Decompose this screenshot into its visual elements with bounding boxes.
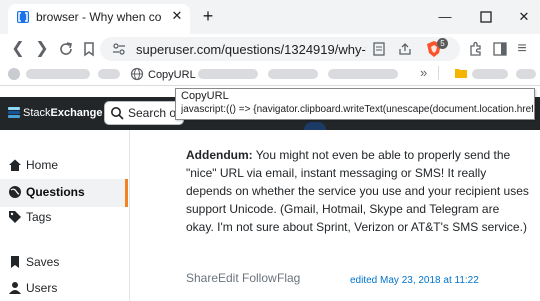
stackexchange-logo-icon[interactable] bbox=[8, 107, 20, 119]
sidebar-label-questions: Questions bbox=[26, 185, 85, 199]
user-avatar[interactable] bbox=[304, 122, 326, 130]
edit-link[interactable]: Edit bbox=[218, 271, 239, 285]
addendum-label: Addendum: bbox=[186, 148, 253, 162]
blurred-bookmark[interactable] bbox=[98, 69, 120, 79]
logo-stack: Stack bbox=[23, 107, 51, 119]
bookmark-icon bbox=[11, 256, 19, 268]
divider bbox=[438, 66, 439, 80]
url-text[interactable]: superuser.com/questions/1324919/why-whe.… bbox=[136, 42, 366, 58]
sidebar-toggle-icon[interactable] bbox=[492, 41, 508, 57]
users-icon bbox=[9, 282, 21, 294]
sidebar-label-saves: Saves bbox=[26, 255, 60, 269]
sidebar-label-tags: Tags bbox=[26, 210, 52, 224]
blurred-bookmark[interactable] bbox=[26, 69, 90, 79]
reader-mode-icon[interactable] bbox=[372, 42, 386, 56]
tab-close-icon[interactable]: ✕ bbox=[170, 9, 184, 23]
reload-button[interactable] bbox=[58, 41, 74, 57]
logo-exchange: Exchange bbox=[50, 107, 103, 119]
share-icon[interactable] bbox=[398, 42, 412, 56]
edited-timestamp-link[interactable]: edited May 23, 2018 at 11:22 bbox=[350, 275, 479, 287]
minimize-button[interactable]: — bbox=[436, 8, 454, 26]
blurred-bookmark[interactable] bbox=[328, 69, 398, 79]
back-button[interactable]: ❮ bbox=[8, 39, 28, 59]
extensions-icon[interactable] bbox=[468, 41, 484, 57]
forward-button[interactable]: ❯ bbox=[32, 39, 52, 59]
brave-badge: 5 bbox=[437, 38, 448, 49]
tab-favicon-icon bbox=[17, 11, 29, 23]
bookmark-page-icon[interactable] bbox=[82, 41, 96, 57]
stackexchange-logo[interactable]: StackExchange bbox=[23, 106, 102, 120]
search-icon bbox=[111, 107, 124, 120]
sidebar-label-users: Users bbox=[26, 281, 58, 295]
follow-link[interactable]: Follow bbox=[242, 271, 277, 285]
site-info-icon[interactable] bbox=[112, 42, 126, 56]
blurred-bookmark[interactable] bbox=[198, 69, 258, 79]
globe-icon bbox=[130, 67, 144, 81]
home-icon bbox=[9, 159, 21, 171]
tooltip-url: javascript:(() => {navigator.clipboard.w… bbox=[181, 104, 533, 115]
tab-title: browser - Why when copying a bbox=[36, 10, 162, 24]
tooltip-title: CopyURL bbox=[181, 90, 229, 102]
menu-icon[interactable]: ≡ bbox=[512, 39, 532, 59]
close-window-button[interactable]: ✕ bbox=[515, 8, 533, 26]
blurred-bookmark[interactable] bbox=[516, 69, 536, 79]
blurred-bookmark[interactable] bbox=[472, 69, 508, 79]
bookmark-copyurl[interactable]: CopyURL bbox=[148, 68, 196, 82]
folder-icon[interactable] bbox=[454, 67, 468, 79]
tag-icon bbox=[9, 211, 21, 223]
share-link[interactable]: Share bbox=[186, 271, 218, 285]
maximize-button[interactable] bbox=[479, 10, 493, 24]
sidebar-label-home: Home bbox=[26, 158, 59, 172]
new-tab-button[interactable]: + bbox=[198, 6, 218, 26]
post-addendum: Addendum: You might not even be able to … bbox=[186, 146, 530, 236]
blurred-bookmark-icon[interactable] bbox=[8, 68, 20, 80]
flag-link[interactable]: Flag bbox=[277, 271, 300, 285]
more-bookmarks-icon[interactable]: » bbox=[420, 66, 427, 80]
blurred-bookmark[interactable] bbox=[268, 69, 318, 79]
globe-icon bbox=[9, 186, 21, 198]
